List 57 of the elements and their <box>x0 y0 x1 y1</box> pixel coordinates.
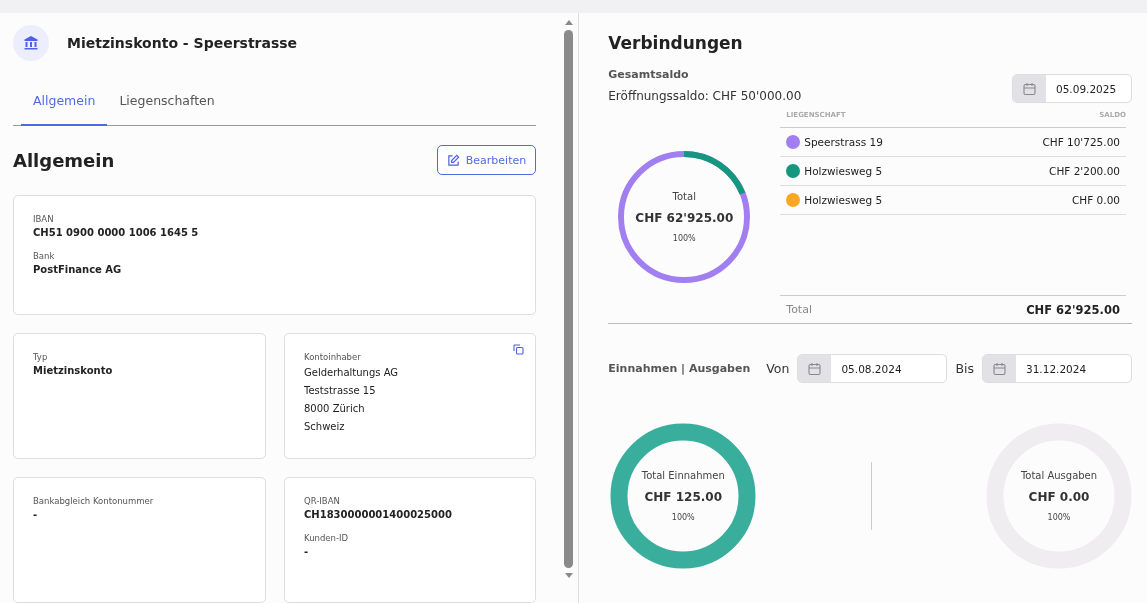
scroll-down-icon[interactable] <box>563 572 574 579</box>
property-balance: CHF 2'200.00 <box>1049 165 1120 177</box>
from-date-field[interactable]: 05.08.2024 <box>797 354 948 383</box>
field-value: 8000 Zürich <box>304 402 366 416</box>
property-balance: CHF 0.00 <box>1072 194 1120 206</box>
edit-icon <box>446 153 460 167</box>
donut-label: Total Ausgaben <box>1020 470 1098 481</box>
scrollbar-thumb[interactable] <box>564 30 574 568</box>
donut-amount: CHF 62'925.00 <box>635 211 734 225</box>
balance-title: Gesamtsaldo <box>608 68 690 81</box>
scroll-up-icon[interactable] <box>563 19 574 26</box>
donut-label: Total <box>672 191 696 202</box>
donut-percent: 100% <box>672 234 696 243</box>
tab[interactable]: Allgemein <box>21 85 108 126</box>
donut-amount: CHF 125.00 <box>644 490 723 504</box>
property-name: Holzwiesweg 5 <box>804 165 884 177</box>
field-label: QR-IBAN <box>304 496 341 506</box>
field-value: - <box>304 546 310 557</box>
to-label: Bis <box>955 361 974 376</box>
field-label: IBAN <box>33 214 55 224</box>
property-balance: CHF 10'725.00 <box>1042 136 1120 148</box>
total-label: Total <box>786 303 812 317</box>
calendar-icon <box>1023 81 1036 96</box>
field-value: PostFinance AG <box>33 264 123 275</box>
field-label: Typ <box>33 352 49 362</box>
bank-icon <box>13 25 49 61</box>
calendar-icon <box>993 361 1006 376</box>
total-amount: CHF 62'925.00 <box>1026 303 1120 317</box>
connections-title: Verbindungen <box>608 33 744 53</box>
field-value: Teststrasse 15 <box>304 384 377 398</box>
donut-amount: CHF 0.00 <box>1028 490 1090 504</box>
field-value: Mietzinskonto <box>33 365 114 376</box>
donut-percent: 100% <box>1047 513 1071 522</box>
property-name: Speerstrass 19 <box>804 136 884 148</box>
edit-button[interactable]: Bearbeiten <box>437 145 536 175</box>
calendar-icon <box>808 361 822 376</box>
opening-balance: Eröffnungssaldo: CHF 50'000.00 <box>608 89 802 103</box>
field-value: CH51 0900 0000 1006 1645 5 <box>33 227 200 238</box>
field-value: Gelderhaltungs AG <box>304 366 400 380</box>
field-label: Kunden-ID <box>304 533 350 543</box>
donut-percent: 100% <box>671 513 695 522</box>
donut-label: Total Einnahmen <box>641 470 725 481</box>
field-value: CH1830000001400025000 <box>304 509 453 520</box>
copy-icon[interactable] <box>513 344 524 355</box>
from-label: Von <box>766 361 790 376</box>
section-title: Allgemein <box>13 149 115 171</box>
field-value: - <box>33 509 39 520</box>
income-expenses-title: Einnahmen | Ausgaben <box>608 362 752 375</box>
property-name: Holzwiesweg 5 <box>804 194 884 206</box>
field-value: Schweiz <box>304 420 346 434</box>
tab[interactable]: Liegenschaften <box>107 85 227 125</box>
to-date-field[interactable]: 31.12.2024 <box>982 354 1132 383</box>
date-field[interactable]: 05.09.2025 <box>1012 74 1132 103</box>
field-label: Bank <box>33 251 56 261</box>
field-label: Kontoinhaber <box>304 352 362 362</box>
account-title: Mietzinskonto - Speerstrasse <box>67 35 298 51</box>
field-label: Bankabgleich Kontonummer <box>33 496 155 506</box>
